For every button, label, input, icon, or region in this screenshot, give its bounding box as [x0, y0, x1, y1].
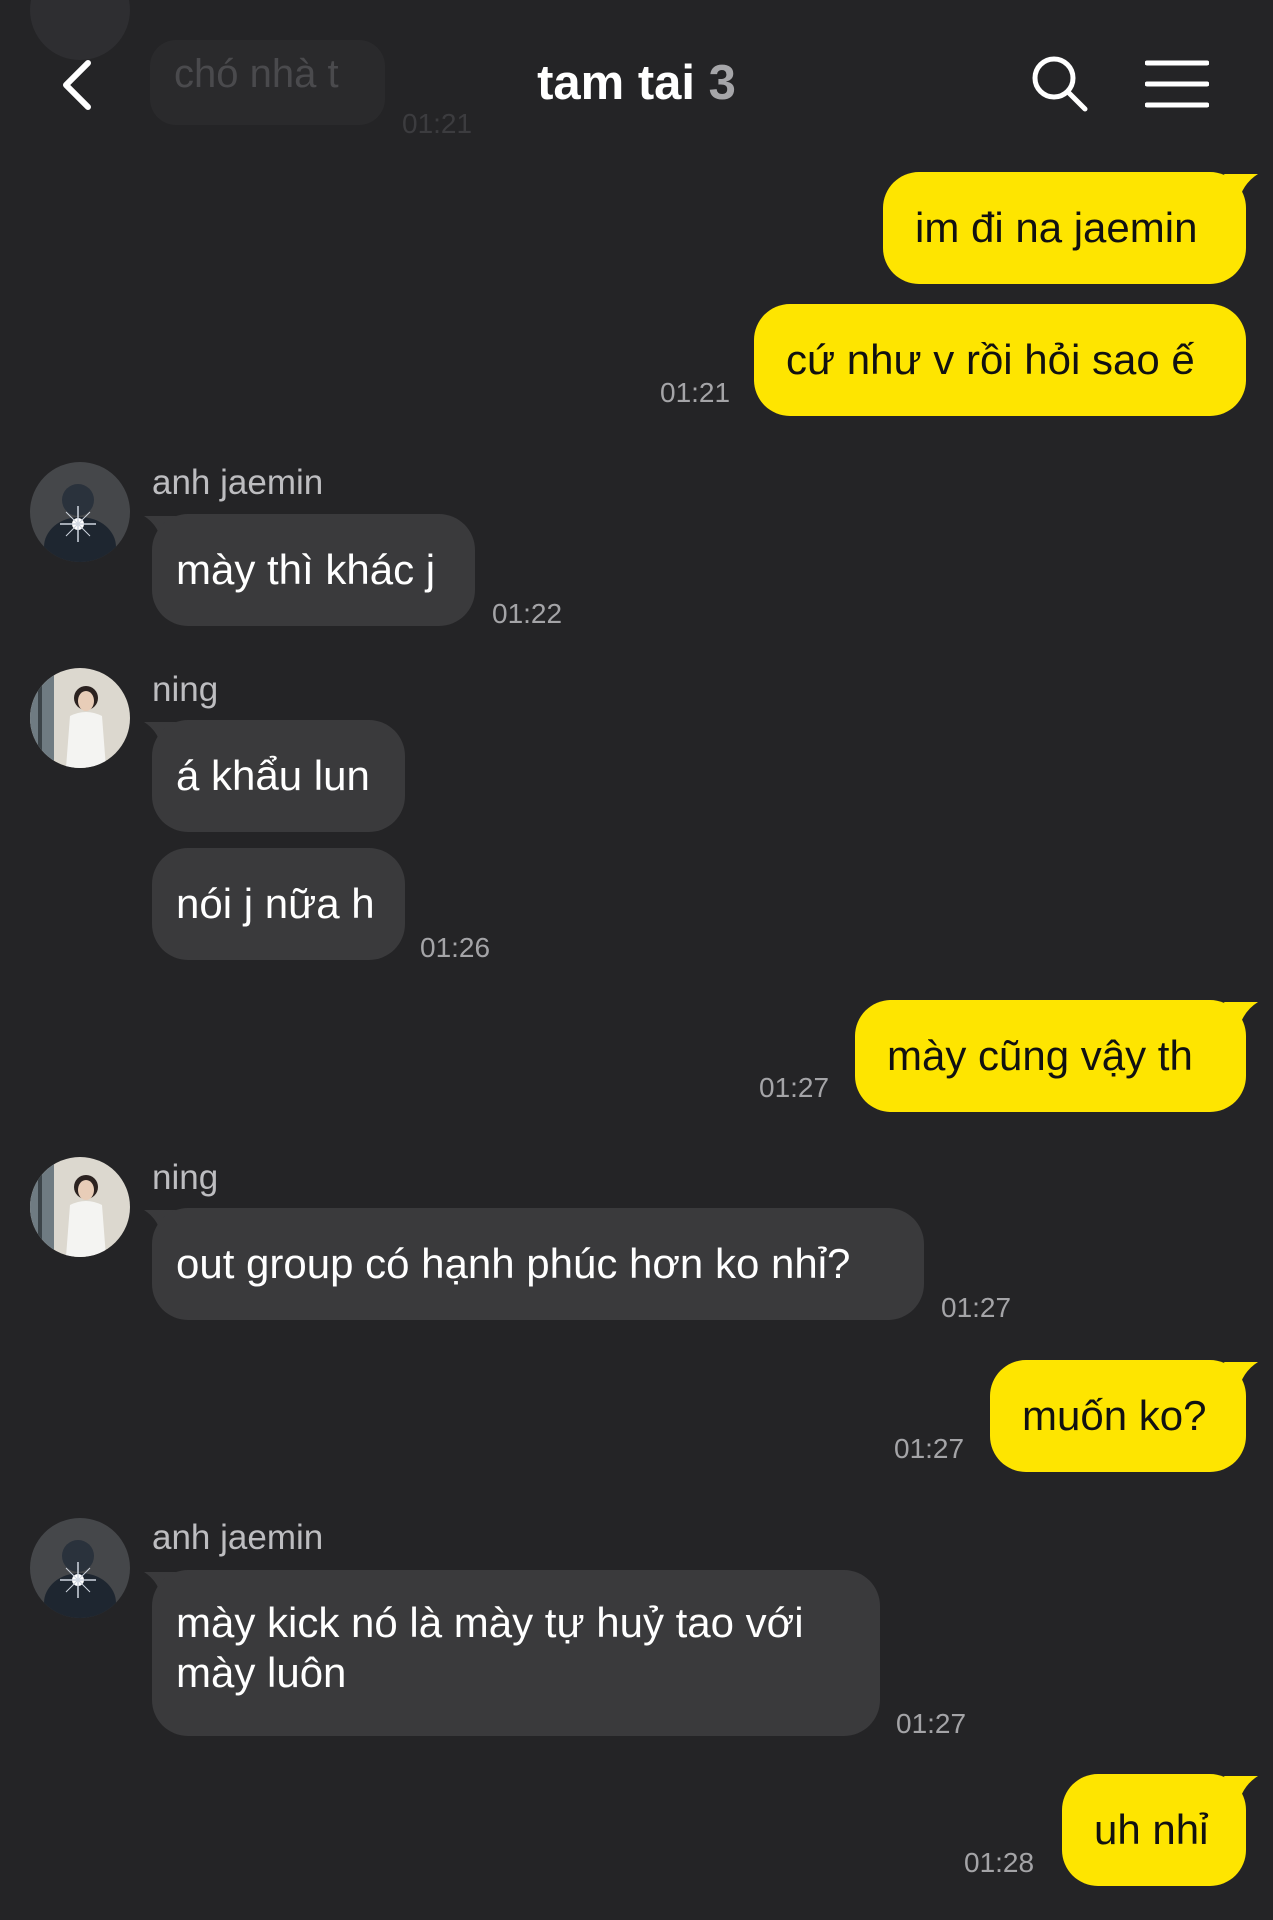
avatar-anh-jaemin[interactable] [30, 462, 130, 562]
scrolled-avatar [30, 0, 130, 60]
message-text: out group có hạnh phúc hơn ko nhỉ? [176, 1240, 851, 1287]
message-text: nói j nữa h [176, 880, 375, 927]
avatar-anh-jaemin[interactable] [30, 1518, 130, 1618]
hamburger-menu-icon[interactable] [1145, 58, 1209, 110]
message-time: 01:27 [896, 1708, 967, 1739]
sender-name: anh jaemin [152, 1518, 324, 1557]
incoming-message-bubble[interactable]: mày thì khác j [152, 514, 475, 626]
incoming-message-bubble[interactable]: mày kick nó là mày tự huỷ tao với mày lu… [152, 1570, 880, 1736]
message-time: 01:22 [492, 598, 563, 629]
message-time: 01:26 [420, 932, 491, 963]
message-text: muốn ko? [1022, 1392, 1207, 1439]
bubble-tail [1224, 1002, 1258, 1032]
message-time: 01:28 [964, 1847, 1035, 1878]
member-count: 3 [708, 56, 736, 110]
search-icon[interactable] [1028, 52, 1090, 114]
sender-name: ning [152, 670, 219, 709]
message-time: 01:27 [759, 1072, 830, 1103]
avatar-ning[interactable] [30, 1157, 130, 1257]
avatar-ning[interactable] [30, 668, 130, 768]
bubble-tail [1224, 174, 1258, 204]
message-line: mày luôn [176, 1649, 347, 1696]
bubble-tail [1224, 1362, 1258, 1392]
message-time: 01:27 [941, 1292, 1012, 1323]
outgoing-message-bubble[interactable]: cứ như v rồi hỏi sao ế [754, 304, 1246, 416]
message-text: cứ như v rồi hỏi sao ế [786, 336, 1195, 383]
outgoing-message-bubble[interactable]: im đi na jaemin [883, 172, 1246, 284]
incoming-message-bubble[interactable]: nói j nữa h [152, 848, 405, 960]
sender-name: ning [152, 1158, 219, 1197]
bubble-tail [1224, 1776, 1258, 1806]
message-time: 01:27 [894, 1433, 965, 1464]
previous-message-time: 01:21 [402, 108, 473, 139]
message-text: uh nhỉ [1094, 1806, 1209, 1853]
message-text: mày kick nó là mày tự huỷ tao với mày lu… [176, 1598, 804, 1698]
message-text: mày cũng vậy th [887, 1032, 1193, 1079]
chat-name: tam tai [537, 56, 696, 110]
message-time: 01:21 [660, 377, 731, 408]
message-text: á khẩu lun [176, 752, 370, 799]
message-line: mày kick nó là mày tự huỷ tao với [176, 1599, 804, 1646]
outgoing-message-bubble[interactable]: uh nhỉ [1062, 1774, 1246, 1886]
message-text: im đi na jaemin [915, 204, 1198, 251]
incoming-message-bubble[interactable]: out group có hạnh phúc hơn ko nhỉ? [152, 1208, 924, 1320]
sender-name: anh jaemin [152, 463, 324, 502]
message-text: mày thì khác j [176, 546, 436, 593]
outgoing-message-bubble[interactable]: muốn ko? [990, 1360, 1246, 1472]
incoming-message-bubble[interactable]: á khẩu lun [152, 720, 405, 832]
outgoing-message-bubble[interactable]: mày cũng vậy th [855, 1000, 1246, 1112]
chat-header: chó nhà t 01:21 tam tai 3 [0, 0, 1273, 175]
